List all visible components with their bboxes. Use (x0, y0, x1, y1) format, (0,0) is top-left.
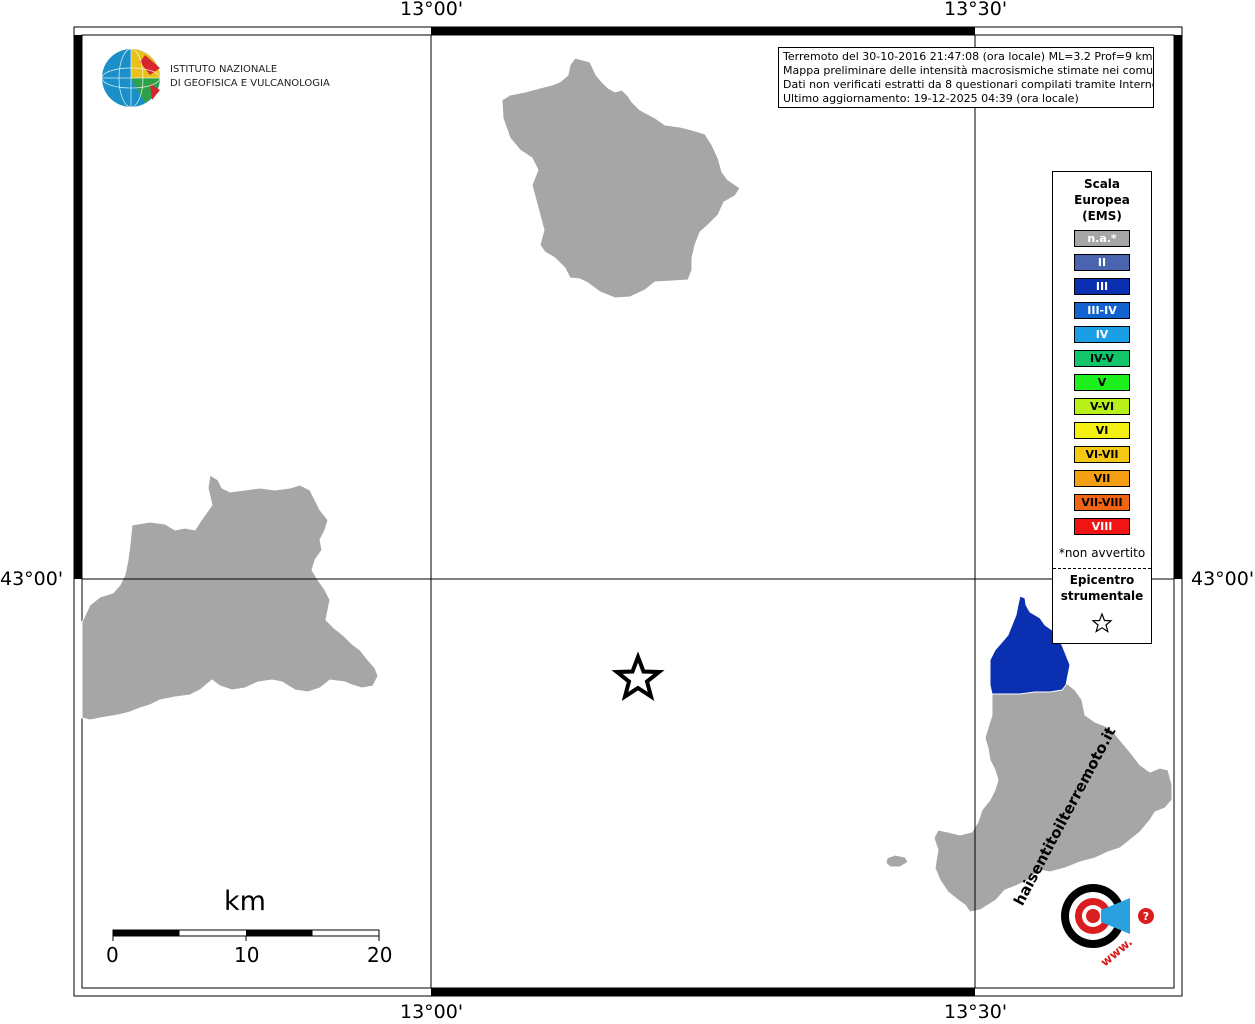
lon-label-top-west: 13°00' (400, 0, 464, 20)
lat-label-right: 43°00' (1191, 568, 1255, 590)
lon-label-top-east: 13°30' (944, 0, 1008, 20)
legend-title: Scala Europea (EMS) (1074, 177, 1130, 223)
lat-label-left: 43°00' (0, 568, 64, 590)
municipality-small-islet (885, 854, 909, 868)
legend-separator (1053, 568, 1151, 569)
legend-item: II (1074, 254, 1130, 271)
scale-unit: km (224, 886, 266, 917)
scale-tick-10: 10 (234, 943, 260, 967)
scale-tick-0: 0 (106, 943, 119, 967)
info-line-3: Dati non verificati estratti da 8 questi… (783, 78, 1154, 91)
info-line-2: Mappa preliminare delle intensità macros… (783, 64, 1154, 77)
legend-item: VI (1074, 422, 1130, 439)
frame-top-bar (431, 27, 975, 35)
legend-star-icon (1091, 612, 1113, 633)
legend-item: n.a.* (1074, 230, 1130, 247)
legend-item: V (1074, 374, 1130, 391)
municipality-southeast (933, 681, 1173, 913)
legend-epicenter-label: Epicentro strumentale (1060, 573, 1144, 603)
info-box: Terremoto del 30-10-2016 21:47:08 (ora l… (778, 47, 1154, 108)
frame-bottom-bar (431, 988, 975, 996)
legend-item: VII (1074, 470, 1130, 487)
frame-left-bar (74, 35, 82, 579)
ingv-logo-icon (101, 48, 161, 108)
legend-item: IV (1074, 326, 1130, 343)
municipality-north (501, 57, 741, 299)
intensity-legend: Scala Europea (EMS) n.a.* II III III-IV IV IV… (1052, 171, 1152, 644)
haisentito-stamp-icon: ? (1061, 884, 1154, 948)
lon-label-bottom-west: 13°00' (400, 1001, 464, 1023)
frame-right-bar (1174, 35, 1182, 579)
legend-item: III-IV (1074, 302, 1130, 319)
municipality-west (81, 474, 379, 721)
svg-text:?: ? (1143, 910, 1149, 923)
legend-item: VII-VIII (1074, 494, 1130, 511)
epicenter-star-icon (611, 651, 665, 702)
legend-item: VI-VII (1074, 446, 1130, 463)
lon-label-bottom-east: 13°30' (944, 1001, 1008, 1023)
legend-item: VIII (1074, 518, 1130, 535)
logo-line-2: DI GEOFISICA E VULCANOLOGIA (170, 78, 330, 89)
scale-tick-20: 20 (367, 943, 393, 967)
legend-item: IV-V (1074, 350, 1130, 367)
info-line-4: Ultimo aggiornamento: 19-12-2025 04:39 (… (783, 92, 1079, 105)
logo-line-1: ISTITUTO NAZIONALE (170, 64, 278, 75)
legend-item: III (1074, 278, 1130, 295)
info-line-1: Terremoto del 30-10-2016 21:47:08 (ora l… (783, 50, 1153, 63)
legend-note: *non avvertito (1058, 546, 1146, 560)
scale-bar (112, 929, 380, 941)
legend-item: V-VI (1074, 398, 1130, 415)
